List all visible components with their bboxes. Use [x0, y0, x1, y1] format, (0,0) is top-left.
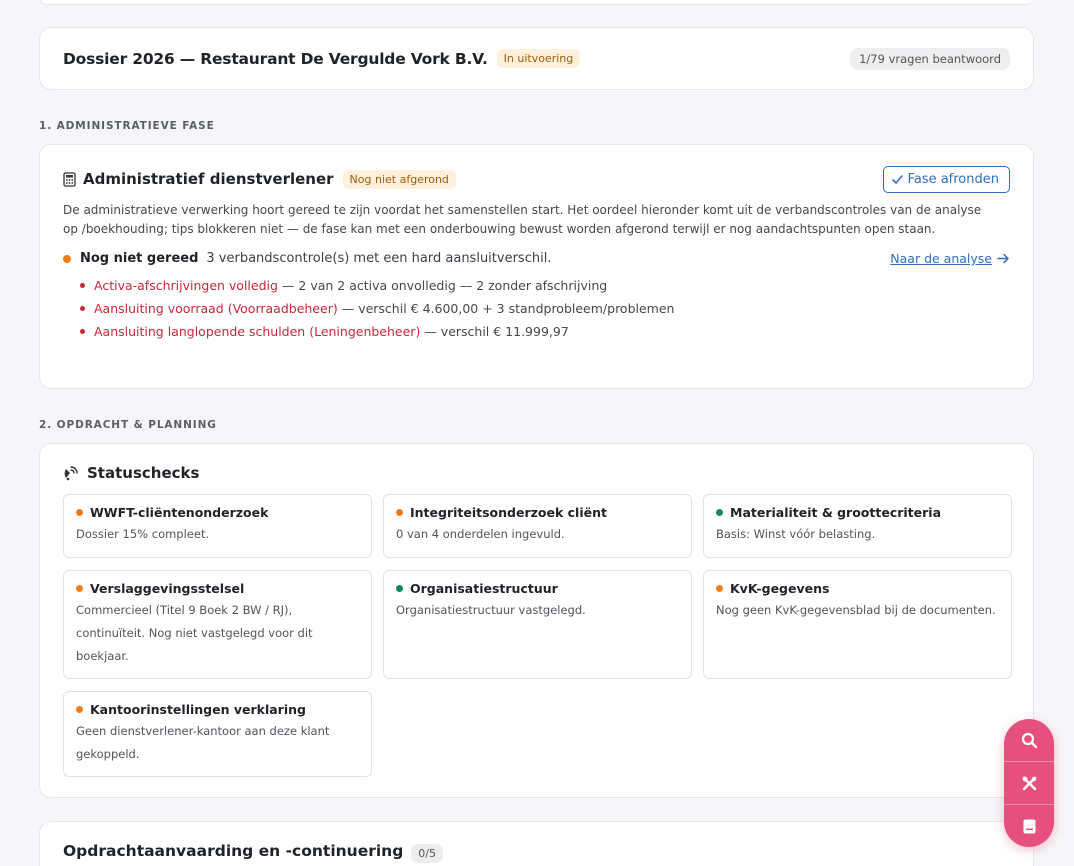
statuschecks-header: Statuschecks [63, 462, 1010, 484]
dossier-title: Dossier 2026 — Restaurant De Vergulde Vo… [63, 49, 488, 68]
phase-badge: Nog niet afgerond [342, 169, 456, 189]
arrow-right-icon [997, 253, 1009, 264]
status-text: 3 verbandscontrole(s) met een hard aansl… [206, 251, 552, 266]
opdrachtaanvaarding-title: Opdrachtaanvaarding en -continuering [63, 842, 404, 860]
progress-pill: 1/79 vragen beantwoord [850, 47, 1010, 70]
phase-card: Administratief dienstverlener Nog niet a… [39, 144, 1034, 389]
status-dot [76, 585, 83, 592]
statuschecks-card: Statuschecks WWFT-cliëntenonderzoek Doss… [39, 443, 1034, 798]
bullet [80, 306, 85, 311]
dossier-header: Dossier 2026 — Restaurant De Vergulde Vo… [39, 27, 1034, 90]
bullet [80, 283, 85, 288]
opdrachtaanvaarding-card[interactable]: Opdrachtaanvaarding en -continuering 0/5 [39, 821, 1034, 866]
issue-detail: — verschil € 4.600,00 + 3 standprobleem/… [341, 301, 675, 316]
status-strong: Nog niet gereed [80, 251, 199, 266]
phase-description: De administratieve verwerking hoort gere… [63, 203, 982, 236]
tools-icon [1022, 776, 1036, 790]
calculator-icon [63, 171, 76, 187]
status-dot [716, 509, 723, 516]
phase-status: Nog niet gereed 3 verbandscontrole(s) me… [63, 251, 1010, 266]
check-tile-integriteit[interactable]: Integriteitsonderzoek cliënt 0 van 4 ond… [383, 494, 692, 558]
naar-analyse-link[interactable]: Naar de analyse [890, 251, 1010, 266]
tile-title: KvK-gegevens [730, 581, 830, 596]
issue-label[interactable]: Aansluiting voorraad (Voorraadbeheer) [94, 297, 338, 320]
status-dot [63, 254, 71, 263]
tile-body: Geen dienstverlener-kantoor aan deze kla… [76, 724, 330, 761]
statuschecks-grid: WWFT-cliëntenonderzoek Dossier 15% compl… [63, 494, 1012, 777]
check-tile-kantoor[interactable]: Kantoorinstellingen verklaring Geen dien… [63, 691, 372, 777]
tile-title: Organisatiestructuur [410, 581, 558, 596]
list-item: Aansluiting voorraad (Voorraadbeheer) — … [80, 297, 1010, 320]
list-item: Activa-afschrijvingen volledig — 2 van 2… [80, 274, 1010, 297]
satellite-icon [64, 466, 78, 481]
issue-list: Activa-afschrijvingen volledig — 2 van 2… [63, 274, 1010, 343]
phase-header: Administratief dienstverlener Nog niet a… [63, 165, 1010, 193]
search-icon [1021, 732, 1037, 748]
check-tile-kvk[interactable]: KvK-gegevens Nog geen KvK-gegevensblad b… [703, 570, 1012, 679]
check-icon [891, 174, 903, 184]
tile-body: Organisatiestructuur vastgelegd. [396, 603, 586, 617]
list-item: Aansluiting langlopende schulden (Lening… [80, 320, 1010, 343]
bullet [80, 329, 85, 334]
status-dot [396, 509, 403, 516]
tile-title: Kantoorinstellingen verklaring [90, 702, 306, 717]
book-icon [1023, 819, 1035, 833]
tile-title: Verslaggevingsstelsel [90, 581, 245, 596]
previous-card [39, 0, 1034, 5]
check-tile-materialiteit[interactable]: Materialiteit & groottecriteria Basis: W… [703, 494, 1012, 558]
issue-label[interactable]: Activa-afschrijvingen volledig [94, 274, 278, 297]
status-dot [76, 706, 83, 713]
fab-book-button[interactable] [1004, 805, 1054, 847]
phase-title: Administratief dienstverlener [83, 170, 334, 188]
tile-title: Integriteitsonderzoek cliënt [410, 505, 607, 520]
section-label-admin: 1. ADMINISTRATIEVE FASE [39, 120, 215, 132]
check-tile-wwft[interactable]: WWFT-cliëntenonderzoek Dossier 15% compl… [63, 494, 372, 558]
section-label-planning: 2. OPDRACHT & PLANNING [39, 419, 217, 431]
check-tile-organisatie[interactable]: Organisatiestructuur Organisatiestructuu… [383, 570, 692, 679]
floating-action-bar [1004, 719, 1054, 847]
issue-detail: — verschil € 11.999,97 [424, 324, 569, 339]
statuschecks-title: Statuschecks [87, 464, 200, 482]
issue-label[interactable]: Aansluiting langlopende schulden (Lening… [94, 320, 420, 343]
tile-body: Basis: Winst vóór belasting. [716, 527, 876, 541]
fase-afronden-button[interactable]: Fase afronden [882, 165, 1010, 193]
fab-search-button[interactable] [1004, 719, 1054, 761]
tile-title: Materialiteit & groottecriteria [730, 505, 942, 520]
fase-afronden-label: Fase afronden [907, 171, 999, 187]
issue-detail: — 2 van 2 activa onvolledig — 2 zonder a… [281, 278, 608, 293]
tile-body: Dossier 15% compleet. [76, 527, 210, 541]
naar-analyse-label: Naar de analyse [890, 251, 992, 266]
tile-title: WWFT-cliëntenonderzoek [90, 505, 269, 520]
status-badge: In uitvoering [496, 49, 581, 68]
status-dot [716, 585, 723, 592]
fab-tools-button[interactable] [1004, 762, 1054, 804]
tile-body: Commercieel (Titel 9 Boek 2 BW / RJ), co… [76, 603, 313, 663]
tile-body: 0 van 4 onderdelen ingevuld. [396, 527, 565, 541]
question-count-pill: 0/5 [411, 844, 443, 863]
check-tile-verslaggeving[interactable]: Verslaggevingsstelsel Commercieel (Titel… [63, 570, 372, 679]
tile-body: Nog geen KvK-gegevensblad bij de documen… [716, 603, 996, 617]
status-dot [76, 509, 83, 516]
status-dot [396, 585, 403, 592]
